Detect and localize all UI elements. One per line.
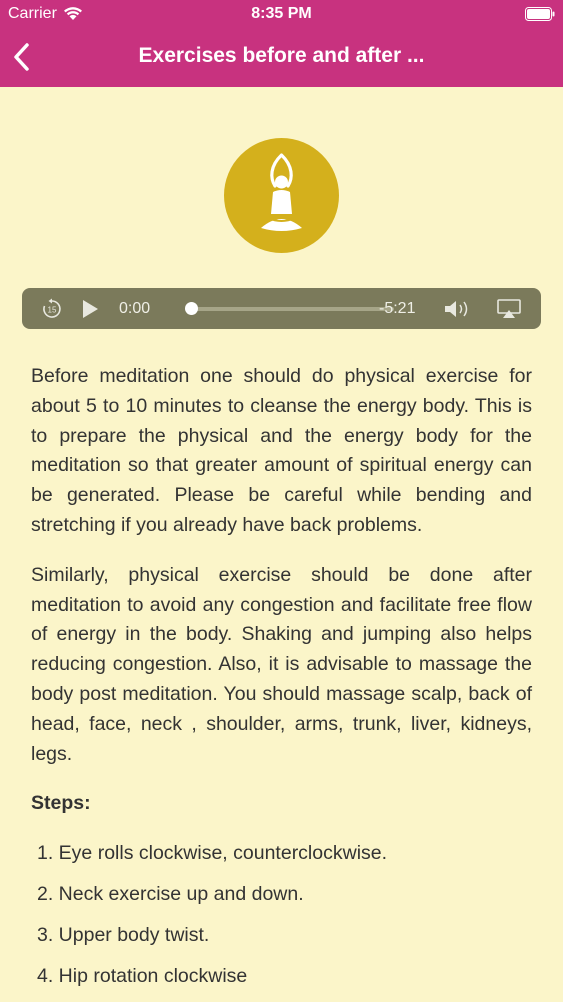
play-icon bbox=[83, 299, 98, 318]
remaining-time: -5:21 bbox=[379, 300, 416, 317]
steps-heading: Steps: bbox=[31, 792, 91, 815]
list-item: 2. Neck exercise up and down. bbox=[37, 882, 304, 905]
airplay-button[interactable] bbox=[495, 288, 523, 329]
svg-text:15: 15 bbox=[48, 305, 57, 314]
article-paragraph: Similarly, physical exercise should be d… bbox=[31, 563, 532, 765]
play-button[interactable] bbox=[78, 288, 102, 329]
list-item: 3. Upper body twist. bbox=[37, 923, 210, 946]
rewind-15-button[interactable]: 15 bbox=[40, 288, 64, 329]
list-item: 1. Eye rolls clockwise, counterclockwise… bbox=[37, 842, 388, 865]
volume-icon bbox=[445, 300, 468, 317]
volume-button[interactable] bbox=[442, 288, 474, 329]
app-header: Carrier 8:35 PM Exercises before and aft… bbox=[0, 0, 563, 87]
airplay-icon bbox=[497, 298, 521, 318]
progress-thumb[interactable] bbox=[185, 302, 198, 315]
battery-icon bbox=[525, 7, 555, 21]
current-time: 0:00 bbox=[119, 300, 151, 317]
article-paragraph: Before meditation one should do physical… bbox=[31, 365, 532, 536]
meditation-badge bbox=[224, 138, 339, 253]
list-item: 4. Hip rotation clockwise bbox=[37, 964, 248, 987]
status-time: 8:35 PM bbox=[251, 5, 312, 22]
article-body: Before meditation one should do physical… bbox=[31, 362, 532, 1002]
navigation-bar: Exercises before and after ... bbox=[0, 30, 563, 87]
rewind-15-icon: 15 bbox=[43, 298, 61, 318]
status-bar: Carrier 8:35 PM bbox=[0, 0, 563, 30]
steps-list: 1. Eye rolls clockwise, counterclockwise… bbox=[31, 839, 532, 991]
page-title: Exercises before and after ... bbox=[138, 44, 425, 67]
meditation-pose-icon bbox=[261, 153, 302, 231]
audio-player: 15 0:00 -5:21 bbox=[22, 288, 541, 329]
progress-track[interactable] bbox=[190, 307, 394, 311]
